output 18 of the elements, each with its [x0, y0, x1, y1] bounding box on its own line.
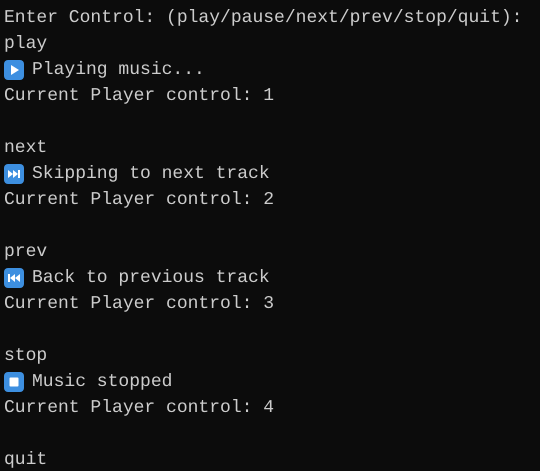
skip-forward-icon	[4, 164, 24, 184]
play-icon	[4, 60, 24, 80]
status-message: Back to previous track	[32, 268, 270, 288]
console-line: prev	[4, 242, 48, 262]
prompt-text: Enter Control: (play/pause/next/prev/stop/quit):	[4, 8, 522, 28]
console-line: Current Player control: 4	[4, 398, 274, 418]
console-line: stop	[4, 346, 48, 366]
console-line: Current Player control: 2	[4, 190, 274, 210]
status-message: Playing music...	[32, 60, 205, 80]
console-line: Current Player control: 3	[4, 294, 274, 314]
skip-back-icon	[4, 268, 24, 288]
status-message: Music stopped	[32, 372, 172, 392]
console-line: quit	[4, 450, 48, 470]
console-line: Current Player control: 1	[4, 86, 274, 106]
status-message: Skipping to next track	[32, 164, 270, 184]
console-line: play	[4, 34, 48, 54]
console-line: next	[4, 138, 48, 158]
stop-icon	[4, 372, 24, 392]
